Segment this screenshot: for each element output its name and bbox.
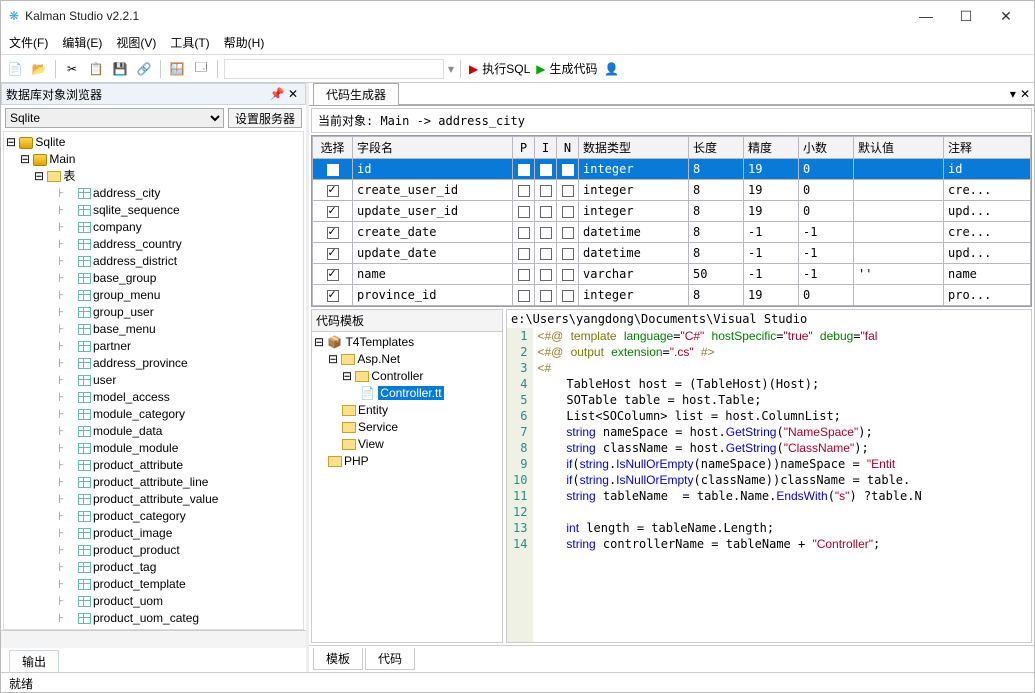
app-icon: ❋: [9, 9, 19, 23]
table-item[interactable]: ⊦group_menu: [6, 287, 301, 304]
table-item[interactable]: ⊦user: [6, 372, 301, 389]
menu-file[interactable]: 文件(F): [9, 34, 48, 51]
table-item[interactable]: ⊦module_category: [6, 406, 301, 423]
open-folder-icon[interactable]: 📂: [29, 59, 49, 79]
table-item[interactable]: ⊦module_data: [6, 423, 301, 440]
table-item[interactable]: ⊦base_menu: [6, 321, 301, 338]
menu-edit[interactable]: 编辑(E): [62, 34, 102, 51]
server-select[interactable]: Sqlite: [5, 108, 224, 128]
table-item[interactable]: ⊦product_product: [6, 542, 301, 559]
table-item[interactable]: ⊦module_module: [6, 440, 301, 457]
toolbar-input[interactable]: [224, 59, 444, 79]
save-icon[interactable]: 💾: [110, 59, 130, 79]
table-item[interactable]: ⊦product_category: [6, 508, 301, 525]
toolbar: 📄 📂 ✂ 📋 💾 🔗 🪟 🗔 ▾ ▶执行SQL ▶生成代码 👤: [1, 55, 1034, 83]
tab-code[interactable]: 代码: [365, 648, 415, 670]
menu-tools[interactable]: 工具(T): [170, 34, 209, 51]
menu-bar: 文件(F) 编辑(E) 视图(V) 工具(T) 帮助(H): [1, 31, 1034, 55]
table-item[interactable]: ⊦product_attribute_value: [6, 491, 301, 508]
maximize-button[interactable]: ☐: [946, 8, 986, 25]
table-row[interactable]: create_datedatetime8-1-1cre...: [313, 222, 1031, 243]
table-item[interactable]: ⊦product_attribute: [6, 457, 301, 474]
tab-dropdown-icon[interactable]: ▾: [1010, 87, 1016, 101]
left-scrollbar[interactable]: [1, 630, 306, 648]
copy-icon[interactable]: 📋: [86, 59, 106, 79]
table-item[interactable]: ⊦sqlite_sequence: [6, 202, 301, 219]
code-generator-tab[interactable]: 代码生成器: [313, 83, 399, 105]
table-item[interactable]: ⊦address_district: [6, 253, 301, 270]
fields-grid[interactable]: 选择字段名PIN数据类型长度精度小数默认值注释idinteger8190idcr…: [312, 136, 1031, 306]
panel-close-icon[interactable]: ✕: [285, 87, 301, 101]
controller-tt-item[interactable]: Controller.tt: [378, 386, 443, 400]
menu-view[interactable]: 视图(V): [116, 34, 156, 51]
set-server-button[interactable]: 设置服务器: [228, 108, 302, 128]
table-row[interactable]: create_user_idinteger8190cre...: [313, 180, 1031, 201]
table-item[interactable]: ⊦address_city: [6, 185, 301, 202]
title-bar: ❋ Kalman Studio v2.2.1 — ☐ ✕: [1, 1, 1034, 31]
table-item[interactable]: ⊦address_province: [6, 355, 301, 372]
table-row[interactable]: province_idinteger8190pro...: [313, 285, 1031, 306]
table-item[interactable]: ⊦base_group: [6, 270, 301, 287]
generate-code-button[interactable]: ▶生成代码: [536, 60, 597, 77]
app-title: Kalman Studio v2.2.1: [25, 9, 906, 23]
db-browser-title: 数据库对象浏览器: [6, 86, 269, 103]
cut-icon[interactable]: ✂: [62, 59, 82, 79]
code-file-path: e:\Users\yangdong\Documents\Visual Studi…: [507, 310, 1031, 328]
overlay-icon[interactable]: 🗔: [191, 59, 211, 79]
status-bar: 就绪: [1, 672, 1034, 692]
table-row[interactable]: update_datedatetime8-1-1upd...: [313, 243, 1031, 264]
close-button[interactable]: ✕: [986, 8, 1026, 25]
tab-template[interactable]: 模板: [313, 648, 363, 670]
table-row[interactable]: idinteger8190id: [313, 159, 1031, 180]
template-tree[interactable]: ⊟ 📦 T4Templates ⊟ Asp.Net ⊟ Controller 📄…: [312, 332, 502, 642]
link-icon[interactable]: 🔗: [134, 59, 154, 79]
minimize-button[interactable]: —: [906, 8, 946, 24]
person-icon[interactable]: 👤: [602, 59, 622, 79]
table-item[interactable]: ⊦partner: [6, 338, 301, 355]
table-item[interactable]: ⊦address_country: [6, 236, 301, 253]
tab-close-icon[interactable]: ✕: [1020, 87, 1030, 101]
table-item[interactable]: ⊦model_access: [6, 389, 301, 406]
table-item[interactable]: ⊦product_tag: [6, 559, 301, 576]
table-item[interactable]: ⊦product_uom_categ: [6, 610, 301, 627]
new-file-icon[interactable]: 📄: [5, 59, 25, 79]
window-icon[interactable]: 🪟: [167, 59, 187, 79]
table-item[interactable]: ⊦product_template: [6, 576, 301, 593]
table-item[interactable]: ⊦product_uom: [6, 593, 301, 610]
db-browser-panel: 数据库对象浏览器 📌 ✕ Sqlite 设置服务器 ⊟ Sqlite⊟ Main…: [1, 83, 309, 672]
current-object-label: 当前对象: Main -> address_city: [311, 108, 1032, 133]
template-box-title: 代码模板: [312, 310, 502, 332]
table-item[interactable]: ⊦product_attribute_line: [6, 474, 301, 491]
output-tab[interactable]: 输出: [9, 650, 59, 672]
execute-sql-button[interactable]: ▶执行SQL: [469, 60, 530, 77]
db-tree[interactable]: ⊟ Sqlite⊟ Main⊟ 表⊦address_city⊦sqlite_se…: [4, 132, 303, 630]
pin-icon[interactable]: 📌: [269, 87, 285, 101]
table-item[interactable]: ⊦group_user: [6, 304, 301, 321]
table-item[interactable]: ⊦company: [6, 219, 301, 236]
table-row[interactable]: update_user_idinteger8190upd...: [313, 201, 1031, 222]
table-item[interactable]: ⊦product_image: [6, 525, 301, 542]
table-row[interactable]: namevarchar50-1-1''name: [313, 264, 1031, 285]
menu-help[interactable]: 帮助(H): [224, 34, 265, 51]
code-editor[interactable]: 1234567891011121314 <#@ template languag…: [507, 328, 1031, 642]
